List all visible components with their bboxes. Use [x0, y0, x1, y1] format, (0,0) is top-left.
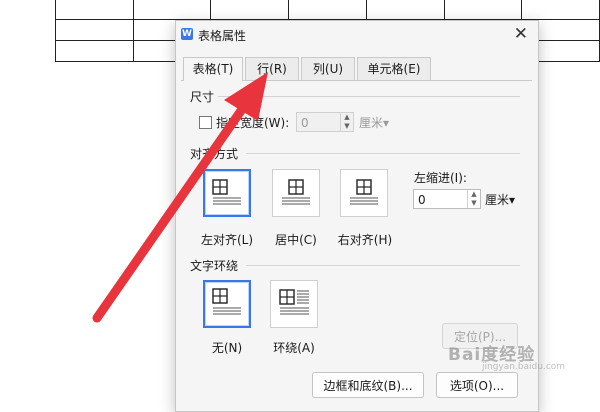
width-unit-select[interactable]: 厘米▾	[359, 114, 389, 131]
tab-cell[interactable]: 单元格(E)	[357, 57, 431, 80]
align-left-icon	[212, 179, 241, 205]
tab-row[interactable]: 行(R)	[245, 57, 299, 80]
wps-app-icon: W	[181, 28, 193, 40]
wrap-none-label: 无(N)	[211, 341, 243, 355]
specify-width-label: 指定宽度(W):	[216, 116, 290, 130]
wrap-none-option[interactable]	[203, 280, 251, 328]
specify-width-checkbox[interactable]	[199, 116, 212, 129]
left-indent-input[interactable]: 0 ▲ ▼	[413, 189, 481, 209]
indent-unit-select[interactable]: 厘米▾	[485, 191, 515, 208]
alignment-section-divider	[246, 153, 520, 154]
width-spinner[interactable]: ▲ ▼	[340, 113, 353, 131]
tab-table[interactable]: 表格(T)	[183, 57, 243, 81]
align-right-option[interactable]	[340, 169, 388, 217]
options-button[interactable]: 选项(O)...	[436, 372, 518, 398]
wrap-around-label: 环绕(A)	[273, 341, 315, 355]
align-center-icon	[282, 179, 310, 205]
left-indent-spinner[interactable]: ▲ ▼	[467, 190, 480, 208]
tab-column[interactable]: 列(U)	[301, 57, 355, 80]
align-center-label: 居中(C)	[275, 233, 317, 247]
align-left-label: 左对齐(L)	[200, 233, 254, 247]
dialog-titlebar: W 表格属性 ✕	[176, 21, 538, 49]
align-right-icon	[350, 179, 378, 205]
align-center-option[interactable]	[272, 169, 320, 217]
wrap-none-icon	[212, 288, 241, 315]
baidu-watermark-url: jingyan.baidu.com	[482, 362, 566, 372]
borders-shading-button[interactable]: 边框和底纹(B)...	[312, 372, 424, 398]
width-input[interactable]: 0 ▲ ▼	[296, 112, 354, 132]
left-indent-label: 左缩进(I):	[414, 171, 467, 185]
left-indent-value: 0	[418, 193, 426, 207]
alignment-section-title: 对齐方式	[190, 145, 243, 162]
size-section-title: 尺寸	[190, 88, 219, 105]
align-right-label: 右对齐(H)	[337, 233, 393, 247]
wrap-around-option[interactable]	[270, 280, 318, 328]
width-value: 0	[301, 116, 309, 130]
close-icon[interactable]: ✕	[514, 24, 528, 44]
wrap-section-title: 文字环绕	[190, 257, 243, 274]
dialog-title: 表格属性	[198, 29, 247, 43]
size-section-divider	[216, 96, 520, 97]
align-left-option[interactable]	[203, 169, 251, 217]
wrap-section-divider	[246, 265, 520, 266]
wrap-around-icon	[279, 289, 309, 315]
